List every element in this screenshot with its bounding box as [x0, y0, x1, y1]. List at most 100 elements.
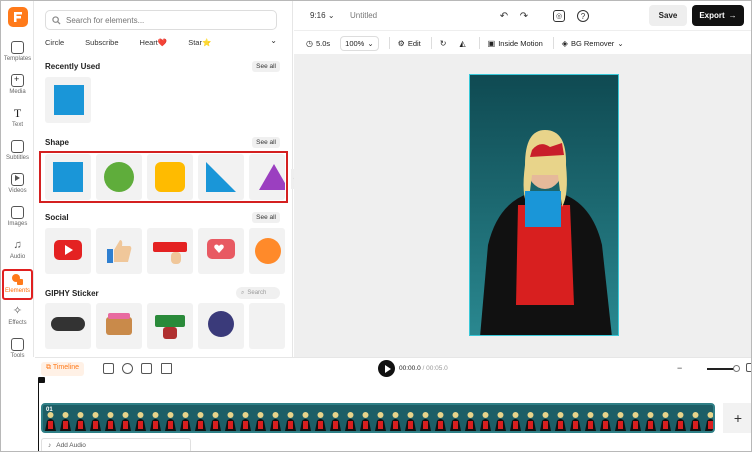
rail-images[interactable]: Images: [1, 204, 34, 234]
section-title-giphy: GIPHY Sticker: [45, 289, 99, 298]
clip-thumbnail: [388, 405, 403, 431]
bg-remover-button[interactable]: ◈ BG Remover ⌄: [562, 39, 624, 48]
clip-thumbnail: [103, 405, 118, 431]
export-label: Export: [699, 11, 725, 20]
zoom-out-icon[interactable]: −: [677, 363, 682, 373]
timeline-toggle[interactable]: ⧉ Timeline: [41, 362, 85, 376]
clip-thumbnail: [508, 405, 523, 431]
clip-thumbnail: [148, 405, 163, 431]
giphy-sticker-5[interactable]: [249, 303, 285, 349]
flip-button[interactable]: ◭: [459, 39, 468, 48]
add-clip-icon[interactable]: [103, 363, 114, 374]
rail-templates[interactable]: Templates: [1, 39, 34, 69]
rail-effects[interactable]: ✧ Effects: [1, 303, 34, 333]
project-name[interactable]: Untitled: [350, 11, 377, 20]
left-rail: Templates + Media T Text Subtitles Video…: [1, 1, 34, 359]
social-like-sticker[interactable]: [96, 228, 142, 274]
playhead-handle[interactable]: [38, 377, 45, 383]
rail-elements[interactable]: Elements: [2, 269, 33, 300]
chevron-down-icon: ⌄: [327, 11, 335, 20]
aspect-ratio-select[interactable]: 9:16 ⌄: [310, 11, 335, 20]
inside-motion-button[interactable]: ▣ Inside Motion: [488, 39, 543, 48]
rail-audio[interactable]: ♫ Audio: [1, 237, 34, 267]
clip-thumbnail: [268, 405, 283, 431]
duration-control[interactable]: ◷ 5.0s: [306, 39, 330, 48]
rail-label: Text: [11, 122, 23, 128]
clip-thumbnail: [673, 405, 688, 431]
screenshot-icon[interactable]: ◎: [553, 10, 565, 22]
duplicate-icon[interactable]: [141, 363, 152, 374]
recent-blue-square[interactable]: [45, 77, 91, 123]
zoom-select[interactable]: 100% ⌄: [340, 35, 379, 51]
save-button[interactable]: Save: [649, 5, 687, 26]
video-frame-image: [470, 75, 618, 335]
chip-circle[interactable]: Circle: [45, 38, 64, 47]
timeline-icon: ⧉: [46, 364, 51, 371]
clip-thumbnail: [538, 405, 553, 431]
see-all-social[interactable]: See all: [252, 212, 280, 223]
giphy-sticker-1[interactable]: [45, 303, 91, 349]
clip-thumbnail: [613, 405, 628, 431]
subtitles-icon: [11, 140, 24, 153]
play-button[interactable]: [378, 360, 395, 377]
rail-label: Subtitles: [5, 155, 29, 161]
shape-rounded-square[interactable]: [147, 154, 193, 200]
rail-label: Audio: [9, 254, 26, 260]
playhead[interactable]: [38, 377, 45, 451]
clip-thumbnail: [328, 405, 343, 431]
timeline-zoom-handle[interactable]: [733, 365, 740, 372]
see-all-recent[interactable]: See all: [252, 61, 280, 72]
top-bar: 9:16 ⌄ Untitled ↶ ↷ ◎ ? Save Export →: [294, 1, 751, 31]
social-subscribe-sticker[interactable]: [147, 228, 193, 274]
rotate-button[interactable]: ↻: [440, 39, 450, 48]
giphy-sticker-2[interactable]: [96, 303, 142, 349]
rail-videos[interactable]: Videos: [1, 171, 34, 201]
giphy-sticker-4[interactable]: [198, 303, 244, 349]
video-preview[interactable]: [469, 74, 619, 336]
video-track-clip[interactable]: 01: [41, 403, 715, 433]
media-icon: +: [11, 74, 24, 87]
export-button[interactable]: Export →: [692, 5, 744, 26]
eraser-icon: ◈: [561, 38, 568, 48]
timeline-label: Timeline: [52, 364, 80, 371]
clip-thumbnail: [73, 405, 88, 431]
add-track-button[interactable]: +: [723, 403, 751, 433]
rail-subtitles[interactable]: Subtitles: [1, 138, 34, 168]
help-icon[interactable]: ?: [577, 10, 589, 22]
elements-icon: [11, 273, 24, 286]
social-bell-sticker[interactable]: [249, 228, 285, 274]
rail-tools[interactable]: Tools: [1, 336, 34, 366]
see-all-shape[interactable]: See all: [252, 137, 280, 148]
search-input[interactable]: [66, 15, 266, 25]
rail-label: Images: [7, 221, 28, 227]
undo-icon[interactable]: ↶: [498, 10, 510, 22]
search-icon: [52, 15, 61, 25]
chip-star[interactable]: Star⭐: [188, 38, 211, 47]
element-search[interactable]: [45, 10, 277, 30]
shape-triangle[interactable]: [249, 154, 285, 200]
clip-thumbnail: [403, 405, 418, 431]
shape-right-triangle[interactable]: [198, 154, 244, 200]
split-icon[interactable]: [122, 363, 133, 374]
social-notification-sticker[interactable]: [198, 228, 244, 274]
clip-thumbnail: [493, 405, 508, 431]
giphy-sticker-3[interactable]: [147, 303, 193, 349]
add-audio-button[interactable]: ♪ Add Audio: [41, 438, 191, 451]
shape-circle[interactable]: [96, 154, 142, 200]
app-logo[interactable]: [8, 7, 28, 27]
rail-label: Elements: [4, 288, 30, 294]
chip-subscribe[interactable]: Subscribe: [85, 38, 118, 47]
rail-text[interactable]: T Text: [1, 105, 34, 135]
social-youtube-sticker[interactable]: [45, 228, 91, 274]
chip-heart[interactable]: Heart❤️: [140, 38, 168, 47]
clip-thumbnails: [43, 405, 713, 431]
trash-icon[interactable]: [161, 363, 172, 374]
edit-button[interactable]: ⚙ Edit: [398, 39, 421, 48]
redo-icon[interactable]: ↷: [518, 10, 530, 22]
app-window: Templates + Media T Text Subtitles Video…: [0, 0, 752, 452]
chevron-down-icon[interactable]: ⌄: [270, 36, 277, 45]
fit-timeline-icon[interactable]: [746, 363, 751, 372]
rail-media[interactable]: + Media: [1, 72, 34, 102]
giphy-search[interactable]: ⌕ Search: [236, 287, 280, 299]
shape-square[interactable]: [45, 154, 91, 200]
